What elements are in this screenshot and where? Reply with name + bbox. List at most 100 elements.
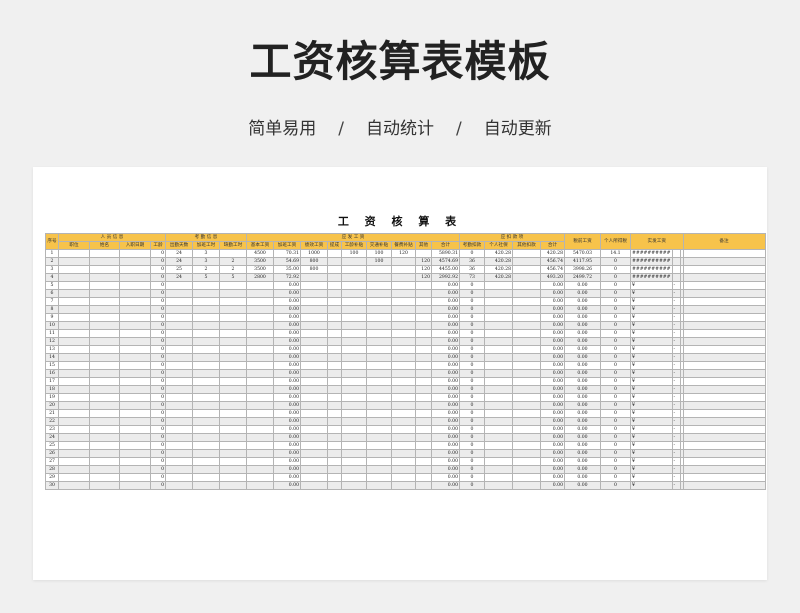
table-cell[interactable] [484, 321, 513, 330]
table-cell[interactable]: 0 [459, 329, 485, 338]
table-cell[interactable] [300, 337, 328, 346]
table-cell[interactable]: 0.00 [564, 305, 601, 314]
table-cell[interactable]: 0 [600, 449, 631, 458]
table-cell[interactable] [327, 361, 342, 370]
table-cell[interactable]: - [671, 329, 681, 338]
table-cell[interactable] [58, 289, 90, 298]
table-cell[interactable] [391, 273, 416, 282]
table-cell[interactable] [391, 297, 416, 306]
table-cell[interactable]: 0 [600, 481, 631, 490]
table-cell[interactable] [300, 457, 328, 466]
table-cell[interactable] [192, 417, 220, 426]
table-cell[interactable]: 8 [45, 305, 59, 314]
table-cell[interactable]: 0.00 [564, 353, 601, 362]
table-cell[interactable]: 0.00 [540, 377, 565, 386]
table-cell[interactable] [682, 249, 766, 258]
table-cell[interactable] [366, 425, 392, 434]
table-cell[interactable] [682, 417, 766, 426]
table-cell[interactable] [300, 353, 328, 362]
table-cell[interactable]: 10 [45, 321, 59, 330]
table-cell[interactable]: 0 [600, 401, 631, 410]
table-cell[interactable] [219, 345, 247, 354]
table-cell[interactable] [484, 481, 513, 490]
table-cell[interactable] [391, 353, 416, 362]
table-cell[interactable]: 0.00 [564, 433, 601, 442]
table-cell[interactable] [366, 369, 392, 378]
table-cell[interactable]: 3998.26 [564, 265, 601, 274]
table-cell[interactable] [300, 417, 328, 426]
table-cell[interactable] [512, 409, 541, 418]
table-cell[interactable] [246, 281, 274, 290]
table-cell[interactable]: 0 [459, 337, 485, 346]
table-cell[interactable] [512, 337, 541, 346]
table-cell[interactable] [192, 441, 220, 450]
table-cell[interactable] [192, 425, 220, 434]
table-cell[interactable] [391, 481, 416, 490]
table-cell[interactable] [484, 353, 513, 362]
table-cell[interactable] [366, 409, 392, 418]
table-cell[interactable]: ¥ [630, 369, 673, 378]
table-cell[interactable]: 0.00 [540, 337, 565, 346]
table-cell[interactable] [58, 345, 90, 354]
table-cell[interactable] [300, 425, 328, 434]
table-cell[interactable]: 0.00 [273, 313, 301, 322]
table-cell[interactable]: 0.00 [564, 377, 601, 386]
table-cell[interactable]: ¥ [630, 417, 673, 426]
table-cell[interactable] [58, 281, 90, 290]
table-cell[interactable] [415, 289, 432, 298]
table-cell[interactable] [341, 321, 367, 330]
table-cell[interactable] [327, 369, 342, 378]
table-cell[interactable] [192, 345, 220, 354]
table-cell[interactable] [415, 449, 432, 458]
table-cell[interactable] [327, 481, 342, 490]
table-cell[interactable] [58, 369, 90, 378]
table-cell[interactable] [192, 281, 220, 290]
table-cell[interactable] [165, 313, 193, 322]
table-cell[interactable] [119, 321, 151, 330]
table-cell[interactable]: - [671, 433, 681, 442]
table-cell[interactable] [300, 441, 328, 450]
table-cell[interactable] [391, 281, 416, 290]
table-cell[interactable] [219, 305, 247, 314]
table-cell[interactable] [219, 449, 247, 458]
table-cell[interactable]: 0 [150, 289, 166, 298]
table-cell[interactable] [246, 369, 274, 378]
table-cell[interactable] [58, 433, 90, 442]
table-cell[interactable] [165, 393, 193, 402]
table-cell[interactable]: 0.00 [540, 401, 565, 410]
table-cell[interactable]: 4 [45, 273, 59, 282]
table-cell[interactable]: - [671, 321, 681, 330]
table-cell[interactable] [192, 449, 220, 458]
table-cell[interactable]: 0.00 [431, 305, 460, 314]
table-cell[interactable]: 0.00 [273, 465, 301, 474]
table-cell[interactable] [165, 481, 193, 490]
table-cell[interactable]: 0 [459, 345, 485, 354]
table-cell[interactable]: 120 [415, 265, 432, 274]
table-cell[interactable] [246, 409, 274, 418]
table-cell[interactable]: 0.00 [431, 289, 460, 298]
table-cell[interactable]: 0.00 [431, 321, 460, 330]
table-cell[interactable] [366, 345, 392, 354]
table-cell[interactable] [219, 377, 247, 386]
table-cell[interactable] [192, 473, 220, 482]
table-cell[interactable] [366, 305, 392, 314]
table-cell[interactable] [165, 369, 193, 378]
table-cell[interactable]: 0 [150, 361, 166, 370]
table-cell[interactable]: - [671, 345, 681, 354]
table-cell[interactable] [246, 305, 274, 314]
table-cell[interactable] [512, 321, 541, 330]
table-cell[interactable]: 0.00 [273, 297, 301, 306]
table-cell[interactable] [327, 313, 342, 322]
table-cell[interactable]: 0 [150, 449, 166, 458]
table-cell[interactable] [327, 257, 342, 266]
table-cell[interactable] [246, 345, 274, 354]
table-cell[interactable]: 29 [45, 473, 59, 482]
table-cell[interactable] [246, 329, 274, 338]
table-cell[interactable]: 0.00 [273, 393, 301, 402]
table-cell[interactable] [366, 313, 392, 322]
table-cell[interactable] [512, 297, 541, 306]
table-cell[interactable]: 0.00 [540, 353, 565, 362]
table-cell[interactable]: 0.00 [564, 385, 601, 394]
table-cell[interactable] [512, 289, 541, 298]
table-cell[interactable] [682, 385, 766, 394]
